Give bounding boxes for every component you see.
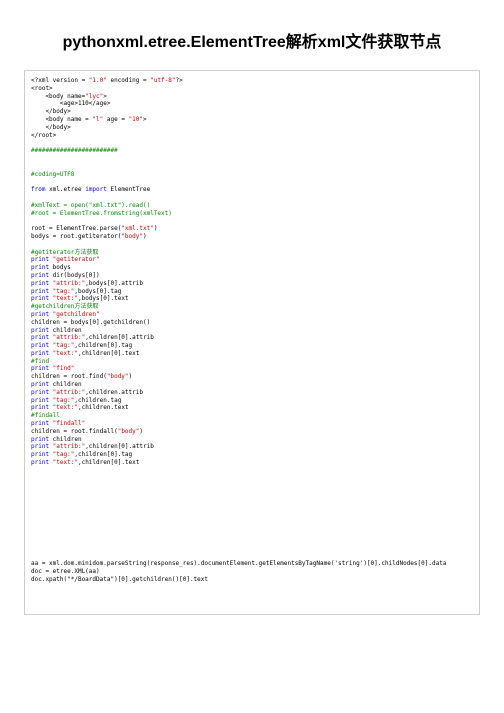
page-title: pythonxml.etree.ElementTree解析xml文件获取节点 <box>0 0 504 70</box>
code-block: <?xml version = "1.0" encoding = "utf-8"… <box>24 70 480 615</box>
